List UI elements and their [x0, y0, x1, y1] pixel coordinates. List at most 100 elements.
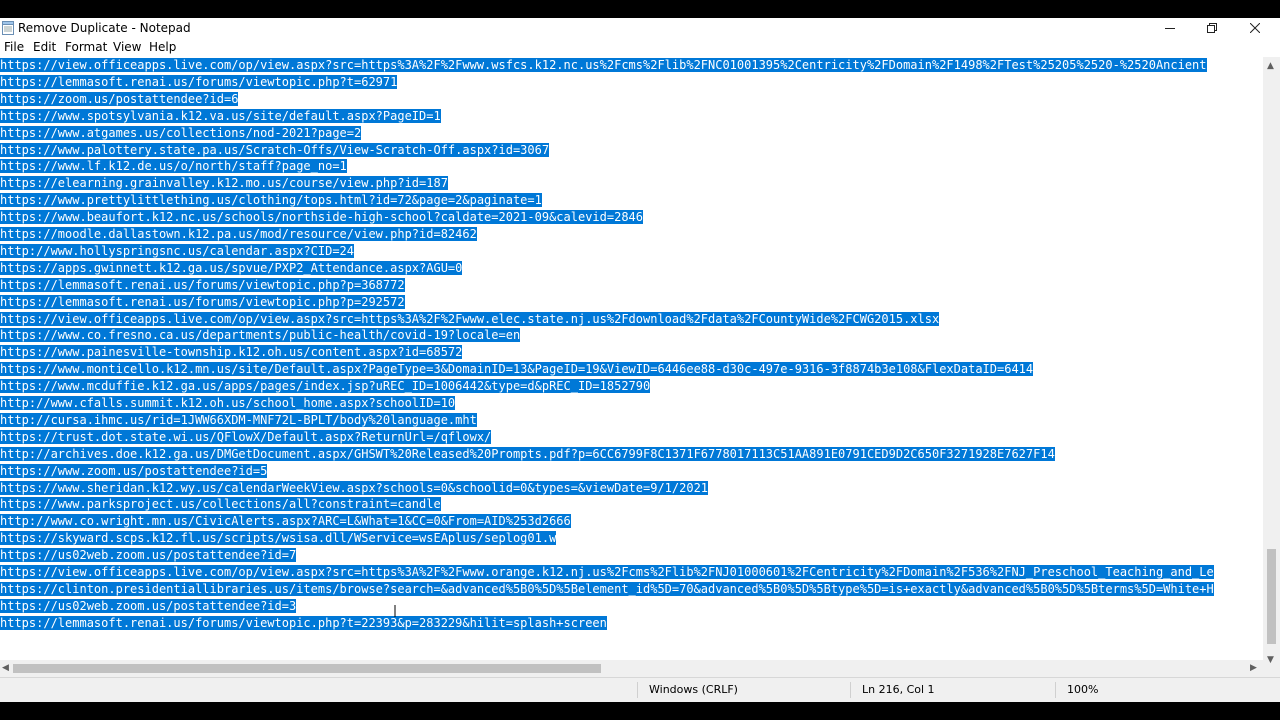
vertical-scroll-thumb[interactable]	[1267, 549, 1276, 644]
text-line: http://cursa.ihmc.us/rid=1JWW66XDM-MNF72…	[0, 412, 477, 428]
selected-text: https://www.monticello.k12.mn.us/site/De…	[0, 362, 1034, 377]
selected-text: https://www.painesville-township.k12.oh.…	[0, 345, 463, 360]
selected-text: https://skyward.scps.k12.fl.us/scripts/w…	[0, 531, 557, 546]
text-line: https://www.parksproject.us/collections/…	[0, 496, 441, 512]
text-line: https://lemmasoft.renai.us/forums/viewto…	[0, 277, 405, 293]
selected-text: https://www.mcduffie.k12.ga.us/apps/page…	[0, 379, 651, 394]
text-line: https://view.officeapps.live.com/op/view…	[0, 564, 1214, 580]
title-bar[interactable]: Remove Duplicate - Notepad	[0, 18, 1280, 38]
selected-text: https://www.zoom.us/postattendee?id=5	[0, 463, 268, 478]
selected-text: https://view.officeapps.live.com/op/view…	[0, 311, 940, 326]
selected-text: https://lemmasoft.renai.us/forums/viewto…	[0, 294, 405, 309]
text-line: https://www.beaufort.k12.nc.us/schools/n…	[0, 209, 643, 225]
selected-text: http://archives.doe.k12.ga.us/DMGetDocum…	[0, 446, 1055, 461]
text-line: https://view.officeapps.live.com/op/view…	[0, 57, 1207, 73]
selected-text: https://moodle.dallastown.k12.pa.us/mod/…	[0, 227, 477, 241]
selected-text: https://www.atgames.us/collections/nod-2…	[0, 125, 362, 140]
selected-text: https://www.lf.k12.de.us/o/north/staff?p…	[0, 159, 347, 174]
menu-file[interactable]: File	[4, 40, 24, 55]
selected-text: https://lemmasoft.renai.us/forums/viewto…	[0, 615, 607, 630]
selected-text: https://elearning.grainvalley.k12.mo.us/…	[0, 176, 448, 191]
text-line: https://www.spotsylvania.k12.va.us/site/…	[0, 108, 441, 124]
selected-text: https://lemmasoft.renai.us/forums/viewto…	[0, 74, 398, 89]
notepad-window: Remove Duplicate - Notepad File Edit For…	[0, 18, 1280, 702]
horizontal-scroll-thumb[interactable]	[13, 664, 601, 673]
text-line: https://www.co.fresno.ca.us/departments/…	[0, 327, 521, 343]
selected-text: https://www.spotsylvania.k12.va.us/site/…	[0, 108, 441, 123]
text-line: https://view.officeapps.live.com/op/view…	[0, 311, 940, 327]
selected-text: https://zoom.us/postattendee?id=6	[0, 91, 239, 106]
selected-text: https://us02web.zoom.us/postattendee?id=…	[0, 548, 297, 563]
mouse-ibeam-cursor-icon	[394, 605, 396, 617]
selected-text: http://www.co.wright.mn.us/CivicAlerts.a…	[0, 514, 571, 529]
status-bar: Windows (CRLF) Ln 216, Col 1 100%	[0, 677, 1280, 702]
close-button[interactable]	[1233, 18, 1277, 38]
restore-icon	[1207, 23, 1217, 33]
minimize-icon	[1165, 28, 1175, 29]
selected-text: http://www.cfalls.summit.k12.oh.us/schoo…	[0, 396, 456, 410]
selected-text: https://clinton.presidentiallibraries.us…	[0, 581, 1214, 596]
menu-help[interactable]: Help	[149, 40, 176, 55]
text-line: https://www.lf.k12.de.us/o/north/staff?p…	[0, 158, 347, 174]
status-divider	[637, 682, 638, 698]
horizontal-scrollbar[interactable]: ◀ ▶	[0, 660, 1263, 677]
selected-text: https://www.beaufort.k12.nc.us/schools/n…	[0, 210, 643, 225]
scroll-up-icon[interactable]: ▲	[1267, 61, 1274, 71]
scroll-right-icon[interactable]: ▶	[1250, 663, 1257, 673]
selected-text: http://cursa.ihmc.us/rid=1JWW66XDM-MNF72…	[0, 412, 477, 427]
text-line: https://www.sheridan.k12.wy.us/calendarW…	[0, 480, 709, 496]
window-title: Remove Duplicate - Notepad	[18, 21, 191, 35]
text-line: http://archives.doe.k12.ga.us/DMGetDocum…	[0, 446, 1055, 462]
text-line: http://www.co.wright.mn.us/CivicAlerts.a…	[0, 513, 571, 529]
text-line: https://us02web.zoom.us/postattendee?id=…	[0, 598, 297, 614]
selected-text: https://apps.gwinnett.k12.ga.us/spvue/PX…	[0, 260, 463, 275]
text-line: https://www.prettylittlething.us/clothin…	[0, 192, 542, 208]
text-line: https://trust.dot.state.wi.us/QFlowX/Def…	[0, 429, 492, 445]
status-divider	[1055, 682, 1056, 698]
text-line: https://moodle.dallastown.k12.pa.us/mod/…	[0, 226, 477, 242]
text-line: https://elearning.grainvalley.k12.mo.us/…	[0, 175, 448, 191]
selected-text: https://www.parksproject.us/collections/…	[0, 497, 441, 512]
text-line: https://lemmasoft.renai.us/forums/viewto…	[0, 615, 607, 631]
selected-text: https://www.palottery.state.pa.us/Scratc…	[0, 142, 550, 157]
minimize-button[interactable]	[1148, 18, 1192, 38]
text-line: https://skyward.scps.k12.fl.us/scripts/w…	[0, 530, 557, 546]
text-line: https://apps.gwinnett.k12.ga.us/spvue/PX…	[0, 260, 463, 276]
menu-edit[interactable]: Edit	[33, 40, 56, 55]
restore-button[interactable]	[1190, 18, 1234, 38]
selected-text: https://view.officeapps.live.com/op/view…	[0, 565, 1214, 579]
text-line: https://www.painesville-township.k12.oh.…	[0, 344, 463, 360]
selected-text: https://trust.dot.state.wi.us/QFlowX/Def…	[0, 429, 492, 444]
line-ending-status: Windows (CRLF)	[649, 683, 738, 696]
text-line: https://www.palottery.state.pa.us/Scratc…	[0, 142, 550, 158]
text-line: https://www.atgames.us/collections/nod-2…	[0, 125, 362, 141]
text-line: https://us02web.zoom.us/postattendee?id=…	[0, 547, 297, 563]
selected-text: https://www.co.fresno.ca.us/departments/…	[0, 328, 521, 343]
menu-view[interactable]: View	[113, 40, 141, 55]
text-line: https://zoom.us/postattendee?id=6	[0, 91, 239, 107]
selected-text: https://view.officeapps.live.com/op/view…	[0, 58, 1207, 72]
text-line: http://www.cfalls.summit.k12.oh.us/schoo…	[0, 395, 456, 411]
text-line: https://www.zoom.us/postattendee?id=5	[0, 463, 268, 479]
selected-text: https://www.prettylittlething.us/clothin…	[0, 193, 542, 208]
text-line: http://www.hollyspringsnc.us/calendar.as…	[0, 243, 355, 259]
text-line: https://lemmasoft.renai.us/forums/viewto…	[0, 294, 405, 310]
selected-text: https://us02web.zoom.us/postattendee?id=…	[0, 598, 297, 613]
selected-text: http://www.hollyspringsnc.us/calendar.as…	[0, 243, 355, 258]
text-line: https://www.mcduffie.k12.ga.us/apps/page…	[0, 378, 651, 394]
zoom-status: 100%	[1067, 683, 1099, 696]
selected-text: https://www.sheridan.k12.wy.us/calendarW…	[0, 480, 709, 495]
text-line: https://lemmasoft.renai.us/forums/viewto…	[0, 74, 398, 90]
scroll-left-icon[interactable]: ◀	[2, 663, 9, 673]
text-line: https://clinton.presidentiallibraries.us…	[0, 581, 1214, 597]
selected-text: https://lemmasoft.renai.us/forums/viewto…	[0, 277, 405, 292]
cursor-position-status: Ln 216, Col 1	[862, 683, 935, 696]
text-editor[interactable]: https://view.officeapps.live.com/op/view…	[0, 57, 1263, 673]
notepad-app-icon	[2, 21, 14, 35]
status-divider	[850, 682, 851, 698]
vertical-scrollbar[interactable]: ▲	[1263, 57, 1280, 673]
menu-bar: File Edit Format View Help	[0, 38, 1280, 57]
menu-format[interactable]: Format	[65, 40, 107, 55]
scrollbar-corner: ▼	[1263, 655, 1280, 677]
scroll-down-icon[interactable]: ▼	[1267, 655, 1274, 665]
